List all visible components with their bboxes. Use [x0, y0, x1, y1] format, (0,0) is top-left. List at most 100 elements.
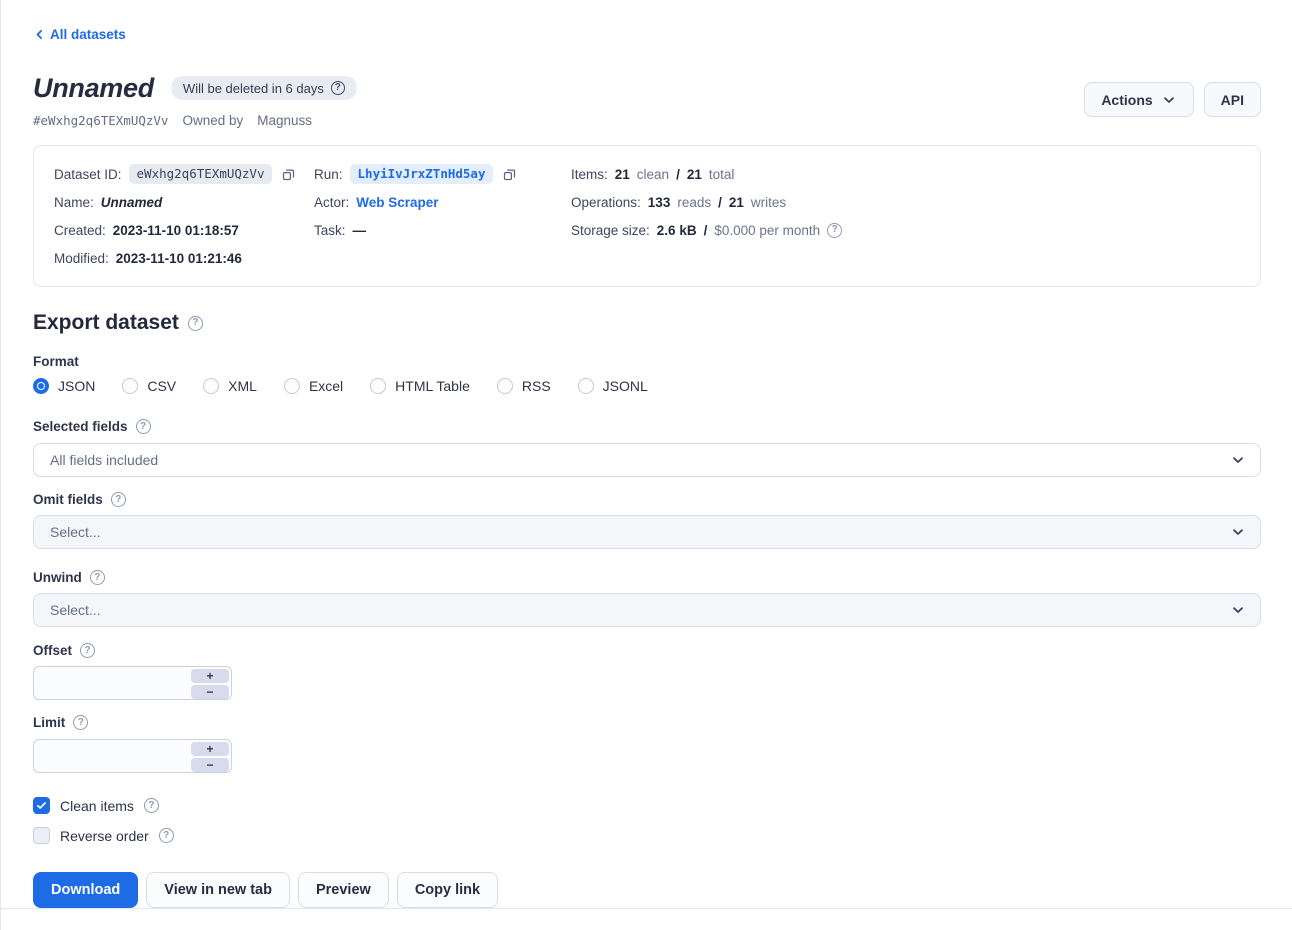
help-icon[interactable]: ?: [90, 570, 105, 585]
items-clean-word: clean: [637, 167, 669, 182]
storage-cost-value: $0.000 per month: [714, 223, 820, 238]
format-option-label: Excel: [309, 378, 343, 394]
reverse-order-checkbox[interactable]: [33, 827, 50, 844]
page-bottom-border: [0, 908, 1292, 909]
api-button[interactable]: API: [1204, 82, 1261, 117]
actions-button[interactable]: Actions: [1084, 82, 1193, 117]
task-label: Task:: [314, 223, 346, 238]
copy-link-button[interactable]: Copy link: [397, 872, 498, 908]
breadcrumb-all-datasets[interactable]: All datasets: [33, 27, 126, 42]
operations-writes-count: 21: [729, 195, 744, 210]
items-total-word: total: [709, 167, 735, 182]
offset-input-wrapper: + −: [33, 666, 232, 700]
format-option-label: CSV: [147, 378, 176, 394]
items-clean-count: 21: [615, 167, 630, 182]
task-row: Task: —: [314, 216, 571, 244]
format-option-label: JSONL: [603, 378, 648, 394]
copy-icon[interactable]: [281, 167, 296, 182]
clean-items-row: Clean items ?: [33, 797, 1261, 814]
api-button-label: API: [1221, 92, 1244, 108]
radio-unchecked-icon[interactable]: [203, 378, 219, 394]
radio-unchecked-icon[interactable]: [578, 378, 594, 394]
decrement-button[interactable]: −: [191, 758, 229, 772]
items-row: Items: 21 clean / 21 total: [571, 160, 1240, 188]
radio-unchecked-icon[interactable]: [370, 378, 386, 394]
increment-button[interactable]: +: [191, 669, 229, 683]
selected-fields-select[interactable]: All fields included: [33, 443, 1261, 477]
omit-fields-placeholder: Select...: [50, 524, 101, 540]
export-section-header: Export dataset ?: [33, 311, 1261, 335]
omit-fields-select[interactable]: Select...: [33, 515, 1261, 549]
dataset-detail-page: All datasets Actions API Unnamed Will be…: [0, 0, 1292, 930]
format-radio-jsonl[interactable]: JSONL: [578, 378, 648, 394]
run-id-link[interactable]: LhyiIvJrxZTnHd5ay: [350, 164, 494, 184]
help-icon[interactable]: ?: [188, 316, 203, 331]
help-icon[interactable]: ?: [827, 223, 842, 238]
view-in-new-tab-button[interactable]: View in new tab: [146, 872, 290, 908]
offset-steppers: + −: [191, 669, 229, 699]
format-option-label: XML: [228, 378, 257, 394]
offset-label-text: Offset: [33, 643, 72, 658]
unwind-select[interactable]: Select...: [33, 593, 1261, 627]
chevron-down-icon: [1230, 524, 1246, 540]
increment-button[interactable]: +: [191, 742, 229, 756]
limit-label-text: Limit: [33, 715, 65, 730]
radio-unchecked-icon[interactable]: [497, 378, 513, 394]
format-radio-csv[interactable]: CSV: [122, 378, 176, 394]
operations-row: Operations: 133 reads / 21 writes: [571, 188, 1240, 216]
help-icon[interactable]: ?: [111, 492, 126, 507]
chevron-left-icon: [33, 28, 46, 41]
help-icon[interactable]: ?: [73, 715, 88, 730]
dataset-id-value: eWxhg2q6TEXmUQzVv: [129, 164, 273, 184]
unwind-label-text: Unwind: [33, 570, 82, 585]
help-icon[interactable]: ?: [331, 81, 345, 95]
format-option-label: RSS: [522, 378, 551, 394]
reverse-order-label: Reverse order: [60, 828, 149, 844]
limit-steppers: + −: [191, 742, 229, 772]
decrement-button[interactable]: −: [191, 685, 229, 699]
name-value: Unnamed: [101, 195, 163, 210]
help-icon[interactable]: ?: [159, 828, 174, 843]
modified-value: 2023-11-10 01:21:46: [116, 251, 242, 266]
main-content: All datasets Actions API Unnamed Will be…: [0, 0, 1292, 908]
selected-fields-label-text: Selected fields: [33, 419, 128, 434]
radio-unchecked-icon[interactable]: [122, 378, 138, 394]
operations-label: Operations:: [571, 195, 641, 210]
created-label: Created:: [54, 223, 106, 238]
clean-items-label: Clean items: [60, 798, 134, 814]
modified-row: Modified: 2023-11-10 01:21:46: [54, 244, 314, 272]
operations-writes-word: writes: [751, 195, 786, 210]
actor-link[interactable]: Web Scraper: [356, 195, 438, 210]
breadcrumb-label: All datasets: [50, 27, 126, 42]
operations-separator: /: [718, 195, 722, 210]
export-actions-row: Download View in new tab Preview Copy li…: [33, 872, 1261, 908]
help-icon[interactable]: ?: [144, 798, 159, 813]
dataset-id-row: Dataset ID: eWxhg2q6TEXmUQzVv: [54, 160, 314, 188]
help-icon[interactable]: ?: [136, 419, 151, 434]
format-radio-json[interactable]: JSON: [33, 378, 95, 394]
chevron-down-icon: [1161, 92, 1177, 108]
owner-name: Magnuss: [257, 113, 312, 128]
download-button[interactable]: Download: [33, 872, 138, 908]
unwind-placeholder: Select...: [50, 602, 101, 618]
name-row: Name: Unnamed: [54, 188, 314, 216]
radio-checked-icon[interactable]: [33, 378, 49, 394]
storage-size-value: 2.6 kB: [657, 223, 697, 238]
limit-label: Limit ?: [33, 715, 1261, 730]
task-value: —: [353, 223, 367, 238]
page-title: Unnamed: [33, 73, 154, 104]
run-label: Run:: [314, 167, 343, 182]
clean-items-checkbox[interactable]: [33, 797, 50, 814]
help-icon[interactable]: ?: [80, 643, 95, 658]
format-option-label: JSON: [58, 378, 95, 394]
reverse-order-row: Reverse order ?: [33, 827, 1261, 844]
format-radio-rss[interactable]: RSS: [497, 378, 551, 394]
meta-row: #eWxhg2q6TEXmUQzVv Owned by Magnuss: [33, 113, 1261, 128]
format-radio-excel[interactable]: Excel: [284, 378, 343, 394]
copy-icon[interactable]: [502, 167, 517, 182]
omit-fields-label-text: Omit fields: [33, 492, 103, 507]
format-radio-xml[interactable]: XML: [203, 378, 257, 394]
radio-unchecked-icon[interactable]: [284, 378, 300, 394]
preview-button[interactable]: Preview: [298, 872, 389, 908]
format-radio-html-table[interactable]: HTML Table: [370, 378, 470, 394]
